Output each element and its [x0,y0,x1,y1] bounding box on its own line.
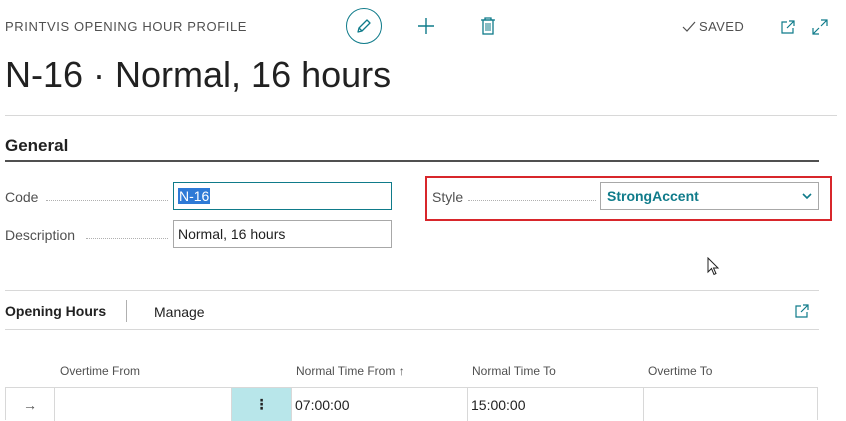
header-divider [5,115,837,116]
code-label: Code [5,189,39,205]
page-title: N-16 · Normal, 16 hours [5,54,392,95]
column-header-normal-time-to[interactable]: Normal Time To [472,364,556,378]
new-button[interactable] [414,14,438,38]
column-header-normal-time-from-label: Normal Time From [296,364,396,378]
page-caption: PRINTVIS OPENING HOUR PROFILE [5,19,248,34]
row-indicator-arrow-icon: → [6,388,55,421]
general-section-underline [5,160,819,162]
saved-label: SAVED [699,19,745,34]
cell-normal-time-from[interactable]: 07:00:00 [292,388,468,421]
column-header-overtime-from[interactable]: Overtime From [60,364,140,378]
code-field[interactable]: N-16 [173,182,392,210]
description-leader-dots [86,238,168,239]
plus-icon [418,18,434,34]
delete-button[interactable] [476,14,500,38]
description-label: Description [5,227,76,243]
tab-opening-hours[interactable]: Opening Hours [5,303,106,319]
open-in-new-window-icon [781,20,795,34]
pencil-icon [357,19,371,33]
checkmark-icon [682,21,696,32]
expand-button[interactable] [810,17,830,37]
style-value: StrongAccent [607,188,699,204]
chevron-down-icon [802,192,812,199]
cell-normal-time-to[interactable]: 15:00:00 [468,388,644,421]
column-header-normal-time-from[interactable]: Normal Time From ↑ [296,364,405,378]
expand-arrows-icon [812,19,828,35]
open-part-in-new-window-button[interactable] [792,301,812,321]
row-actions-menu-button[interactable]: ⋮ [232,388,292,421]
cell-overtime-from[interactable] [55,388,232,421]
trash-icon [481,17,495,35]
style-label: Style [432,189,464,205]
edit-button[interactable] [346,8,382,44]
style-leader-dots [468,200,596,201]
description-field[interactable]: Normal, 16 hours [173,220,392,248]
style-select[interactable]: StrongAccent [600,182,819,210]
cell-overtime-to[interactable] [644,388,817,421]
code-value: N-16 [178,188,211,204]
open-new-window-button[interactable] [778,17,798,37]
table-row[interactable]: → ⋮ 07:00:00 15:00:00 [5,387,818,421]
description-value: Normal, 16 hours [178,226,286,242]
code-leader-dots [46,200,168,201]
general-section-title[interactable]: General [5,136,68,156]
part-divider-bottom [5,329,819,330]
mouse-cursor-icon [707,257,720,276]
sort-ascending-icon: ↑ [398,364,405,378]
tab-manage[interactable]: Manage [154,304,205,320]
part-divider-top [5,290,819,291]
open-in-new-window-icon [795,304,809,318]
column-header-overtime-to[interactable]: Overtime To [648,364,712,378]
tab-separator [126,300,127,322]
saved-status: SAVED [682,19,744,34]
